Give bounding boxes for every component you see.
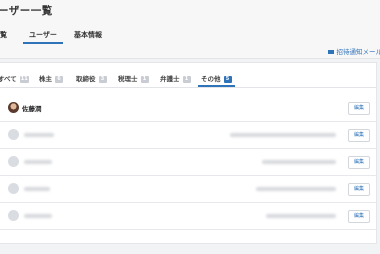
filter-label: 取締役 [76, 75, 96, 83]
edit-button[interactable]: 編集 [348, 183, 370, 196]
avatar [8, 183, 19, 194]
blurred-email [262, 160, 336, 164]
user-row[interactable]: 編集 [0, 149, 376, 176]
user-row[interactable]: 編集 [0, 176, 376, 203]
filter-tax-accountant[interactable]: 税理士 1 [118, 73, 149, 83]
avatar [8, 210, 19, 221]
filter-label: その他 [201, 75, 221, 83]
filter-count: 1 [182, 75, 191, 83]
page-title: ーザー一覧 [0, 5, 53, 17]
filter-count: 6 [55, 75, 63, 83]
blurred-name [24, 160, 52, 164]
avatar [8, 156, 19, 167]
blurred-name [24, 187, 50, 191]
edit-button[interactable]: 編集 [348, 210, 370, 223]
edit-button[interactable]: 編集 [348, 102, 370, 115]
blurred-email [256, 187, 336, 191]
avatar [8, 129, 19, 140]
filter-lawyer[interactable]: 弁護士 1 [160, 73, 191, 83]
filter-all[interactable]: すべて 11 [0, 73, 29, 83]
tab-basic-info[interactable]: 基本情報 [74, 30, 102, 40]
filter-label: 税理士 [118, 75, 138, 83]
user-row[interactable]: 編集 [0, 203, 376, 230]
blurred-email [230, 133, 336, 137]
user-row[interactable]: 編集 [0, 122, 376, 149]
user-list-panel: すべて 11 株主 6 取締役 3 税理士 1 弁護士 1 その他 5 佐藤潤 編集 編集 … [0, 62, 377, 244]
filter-count: 5 [223, 75, 232, 83]
tab-users[interactable]: ユーザー [23, 30, 63, 44]
filter-director[interactable]: 取締役 3 [76, 73, 107, 83]
mail-icon [327, 50, 334, 54]
avatar [8, 102, 19, 113]
edit-button[interactable]: 編集 [348, 156, 370, 169]
top-header: ーザー一覧 覧 ユーザー 基本情報 招待通知メール [0, 0, 380, 59]
filter-shareholder[interactable]: 株主 6 [39, 73, 63, 83]
filter-count: 1 [140, 75, 149, 83]
blurred-name [24, 133, 54, 137]
filter-label: 弁護士 [160, 75, 180, 83]
user-name: 佐藤潤 [22, 105, 42, 113]
filter-count: 11 [19, 75, 29, 83]
edit-button[interactable]: 編集 [348, 129, 370, 142]
filter-count: 3 [98, 75, 107, 83]
filter-other[interactable]: その他 5 [198, 73, 234, 87]
filter-label: すべて [0, 75, 17, 83]
user-row[interactable]: 佐藤潤 編集 [0, 95, 376, 122]
blurred-name [24, 214, 52, 218]
invite-email-label: 招待通知メール [336, 48, 380, 56]
tab-overview[interactable]: 覧 [0, 30, 7, 40]
invite-email-link[interactable]: 招待通知メール [327, 46, 380, 56]
blurred-email [266, 214, 336, 218]
filter-divider [0, 87, 376, 88]
filter-label: 株主 [39, 75, 52, 83]
